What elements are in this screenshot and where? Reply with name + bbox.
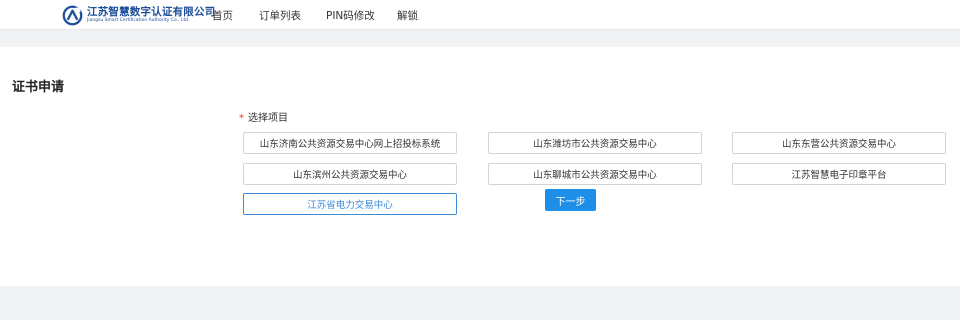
project-option[interactable]: 山东东营公共资源交易中心: [732, 132, 946, 154]
project-option[interactable]: 山东滨州公共资源交易中心: [243, 163, 457, 185]
required-mark: *: [239, 113, 244, 124]
nav-order-list[interactable]: 订单列表: [259, 8, 301, 23]
nav-pin-change[interactable]: PIN码修改: [326, 8, 375, 23]
project-option[interactable]: 山东济南公共资源交易中心网上招投标系统: [243, 132, 457, 154]
nav-unlock[interactable]: 解锁: [397, 8, 418, 23]
logo-text: 江苏智慧数字认证有限公司 Jiangsu Smart Certification…: [87, 5, 216, 24]
page-title: 证书申请: [12, 80, 65, 95]
field-label-text: 选择项目: [248, 113, 288, 124]
company-logo-icon: [62, 5, 83, 25]
logo-subtitle: Jiangsu Smart Certification Authority Co…: [87, 18, 190, 23]
main-panel: 证书申请 * 选择项目 山东济南公共资源交易中心网上招投标系统 山东潍坊市公共资源…: [0, 47, 960, 286]
company-logo[interactable]: 江苏智慧数字认证有限公司 Jiangsu Smart Certification…: [62, 4, 215, 26]
field-label: * 选择项目: [239, 109, 288, 124]
logo-title: 江苏智慧数字认证有限公司: [87, 5, 216, 18]
project-option[interactable]: 山东潍坊市公共资源交易中心: [488, 132, 702, 154]
top-header: 江苏智慧数字认证有限公司 Jiangsu Smart Certification…: [0, 0, 960, 30]
project-option[interactable]: 山东聊城市公共资源交易中心: [488, 163, 702, 185]
project-option-selected[interactable]: 江苏省电力交易中心: [243, 193, 457, 215]
nav-home[interactable]: 首页: [212, 8, 233, 23]
next-step-button[interactable]: 下一步: [545, 189, 596, 211]
project-option[interactable]: 江苏智慧电子印章平台: [732, 163, 946, 185]
